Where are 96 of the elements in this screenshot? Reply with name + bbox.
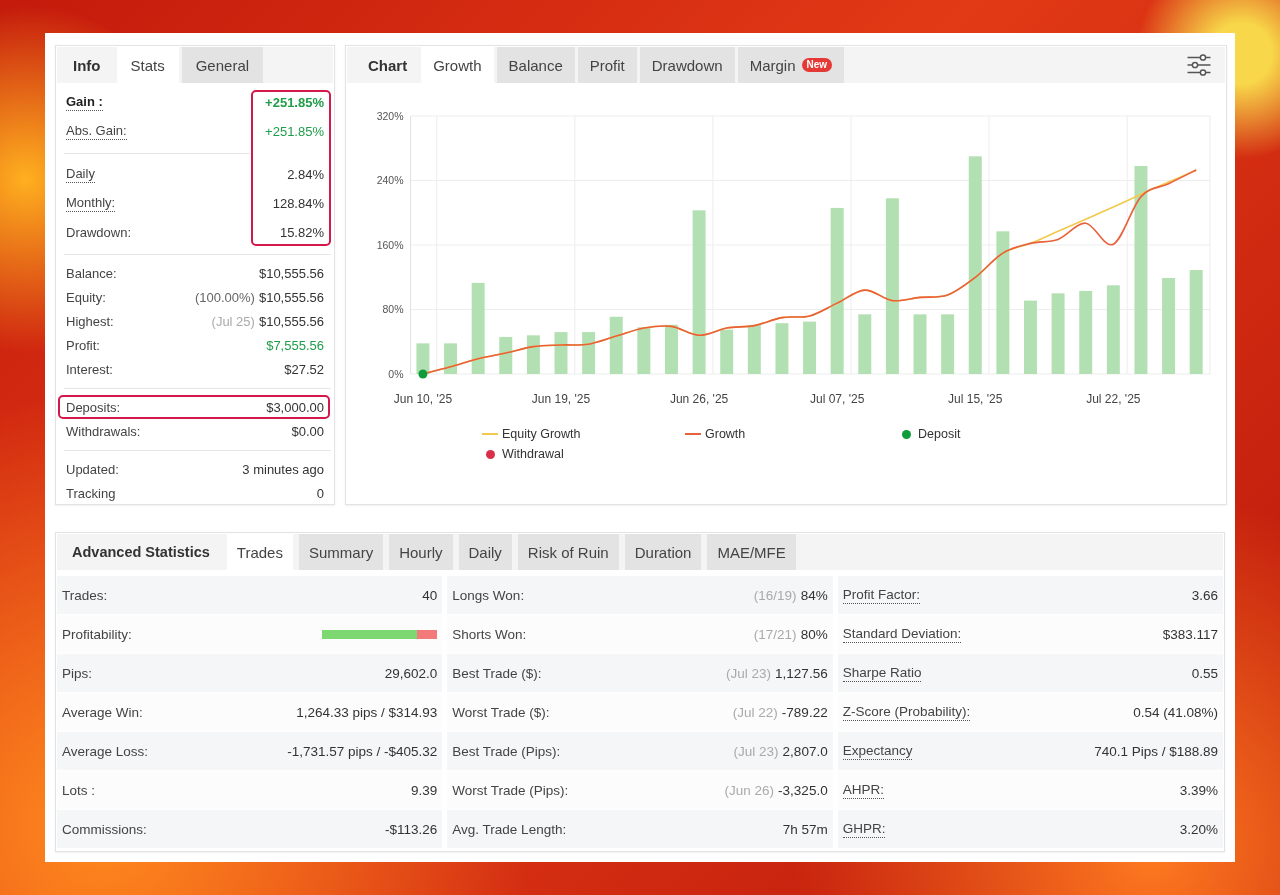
- stat-value: 2,807.0: [782, 743, 828, 759]
- panel-title: Info: [72, 55, 102, 76]
- stat-label: Avg. Trade Length:: [452, 821, 567, 837]
- stat-value: 7h 57m: [782, 821, 828, 837]
- stat-value: 29,602.0: [384, 665, 438, 681]
- stat-value: 1,264.33 pips / $314.93: [296, 704, 438, 720]
- stat-label: Profitability:: [62, 626, 132, 642]
- stat-label: Standard Deviation:: [842, 625, 962, 643]
- panel-title: Chart: [367, 55, 409, 76]
- stat-value: 3 minutes ago: [242, 461, 324, 477]
- stat-label: Commissions:: [62, 821, 147, 837]
- stat-value: $27.52: [284, 361, 324, 377]
- stat-label: GHPR:: [842, 820, 886, 838]
- stat-label: Profit:: [66, 337, 100, 353]
- panel-title: Advanced Statistics: [71, 543, 211, 562]
- stat-value: 9.39: [411, 782, 438, 798]
- stat-value: 3.39%: [1179, 782, 1218, 798]
- stat-label: Balance:: [66, 265, 117, 281]
- stat-value: 0.54 (41.08%): [1133, 704, 1218, 720]
- stat-label: Z-Score (Probability):: [842, 703, 971, 721]
- x-axis-label: Jul 07, '25: [810, 392, 865, 406]
- stat-value: 128.84%: [272, 196, 324, 211]
- stat-label: Highest:: [66, 313, 114, 329]
- stat-value: 0: [316, 485, 324, 501]
- stat-value: 740.1 Pips / $188.89: [1094, 743, 1218, 759]
- stat-label: Lots :: [62, 782, 96, 798]
- stat-label: Monthly:: [66, 195, 116, 212]
- stat-label: Daily: [66, 166, 95, 183]
- stat-value: 3.66: [1191, 587, 1218, 603]
- stat-value: 80%: [800, 626, 828, 642]
- stat-label: Trades:: [62, 587, 108, 603]
- x-axis-label: Jun 19, '25: [531, 392, 591, 406]
- stat-label: Gain :: [66, 94, 103, 111]
- stat-label: Abs. Gain:: [66, 123, 127, 140]
- stat-label: Equity:: [66, 289, 106, 305]
- stat-label: Sharpe Ratio: [842, 664, 922, 682]
- x-axis-label: Jul 22, '25: [1086, 392, 1141, 406]
- y-axis-label: 240%: [376, 174, 404, 186]
- stat-value: 40: [422, 587, 438, 603]
- stat-label: Updated:: [66, 461, 119, 477]
- legend-label: Growth: [705, 427, 746, 441]
- stat-label: Deposits:: [66, 399, 121, 415]
- stat-label: Best Trade (Pips):: [452, 743, 561, 759]
- stat-label: Expectancy: [842, 742, 913, 760]
- stat-value: 0.55: [1191, 665, 1218, 681]
- stat-label: Shorts Won:: [452, 626, 527, 642]
- new-badge: New: [801, 58, 833, 72]
- stat-value: -3,325.0: [778, 782, 828, 798]
- stat-note: (Jul 23): [733, 743, 779, 759]
- stat-value: +251.85%: [265, 124, 324, 139]
- stat-value: $10,555.56: [258, 313, 324, 329]
- stat-label: Withdrawals:: [66, 423, 141, 439]
- stat-label: Interest:: [66, 361, 113, 377]
- stat-label: Longs Won:: [452, 587, 525, 603]
- stat-label: Drawdown:: [66, 225, 132, 240]
- stat-label: Worst Trade (Pips):: [452, 782, 569, 798]
- stat-note: (17/21): [753, 626, 797, 642]
- stat-note: (100.00%): [194, 289, 255, 305]
- stat-value: $10,555.56: [258, 265, 324, 281]
- stat-value: $10,555.56: [258, 289, 324, 305]
- stat-value: 2.84%: [287, 167, 324, 182]
- x-axis-label: Jun 26, '25: [669, 392, 729, 406]
- stat-label: Profit Factor:: [842, 586, 920, 604]
- stat-label: AHPR:: [842, 781, 884, 799]
- legend-label: Equity Growth: [502, 427, 581, 441]
- stat-label: Worst Trade ($):: [452, 704, 550, 720]
- stat-label: Average Win:: [62, 704, 143, 720]
- stat-label: Average Loss:: [62, 743, 149, 759]
- stat-label: Tracking: [66, 485, 116, 501]
- stat-value: $3,000.00: [266, 399, 324, 415]
- stat-value: $0.00: [291, 423, 324, 439]
- y-axis-label: 0%: [388, 367, 404, 380]
- stat-value: 3.20%: [1179, 821, 1218, 837]
- stat-value: -1,731.57 pips / -$405.32: [287, 743, 438, 759]
- stat-value: 1,127.56: [775, 665, 828, 681]
- stat-label: Best Trade ($):: [452, 665, 542, 681]
- stat-value: -789.22: [781, 704, 828, 720]
- legend-label: Withdrawal: [502, 447, 564, 461]
- legend-label: Deposit: [918, 427, 961, 441]
- stat-value: +251.85%: [265, 95, 324, 110]
- x-axis-label: Jun 10, '25: [393, 392, 453, 406]
- stat-value: $383.117: [1162, 626, 1218, 642]
- stat-value: 84%: [800, 587, 828, 603]
- stat-note: (Jul 23): [726, 665, 772, 681]
- y-axis-label: 80%: [382, 303, 404, 315]
- stat-value: 15.82%: [279, 225, 324, 240]
- y-axis-label: 160%: [376, 238, 404, 251]
- stat-value: -$113.26: [385, 821, 438, 837]
- stat-label: Pips:: [62, 665, 92, 681]
- stat-note: (16/19): [753, 587, 797, 603]
- stat-note: (Jun 26): [724, 782, 775, 798]
- y-axis-label: 320%: [376, 109, 404, 122]
- stat-note: (Jul 22): [732, 704, 778, 720]
- stat-note: (Jul 25): [211, 313, 255, 329]
- x-axis-label: Jul 15, '25: [948, 392, 1003, 406]
- stat-value: $7,555.56: [266, 337, 324, 353]
